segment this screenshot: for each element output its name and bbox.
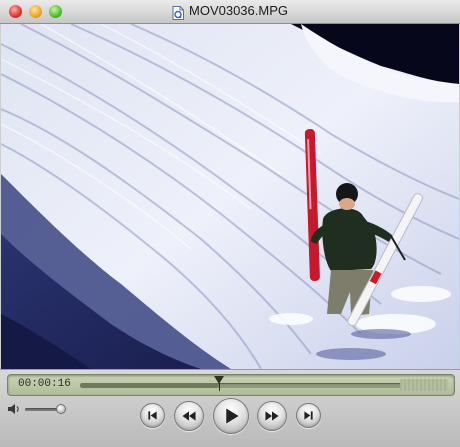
time-display-panel: 00:00:16 bbox=[7, 374, 455, 396]
video-image bbox=[1, 24, 459, 369]
current-time: 00:00:16 bbox=[18, 378, 71, 390]
window-title: MOV03036.MPG bbox=[189, 3, 288, 18]
rewind-button[interactable] bbox=[174, 401, 204, 431]
movie-controller: 00:00:16 bbox=[0, 369, 460, 447]
volume-slider-knob[interactable] bbox=[56, 404, 66, 414]
fast-forward-icon bbox=[265, 411, 279, 421]
video-frame[interactable] bbox=[1, 24, 459, 369]
scrub-bar[interactable] bbox=[80, 383, 404, 388]
skip-to-end-button[interactable] bbox=[296, 403, 321, 428]
play-icon bbox=[226, 408, 239, 424]
fast-forward-button[interactable] bbox=[257, 401, 287, 431]
speaker-icon bbox=[8, 404, 19, 414]
lcd-resize-texture bbox=[400, 379, 448, 391]
title-bar[interactable]: MOV03036.MPG bbox=[0, 0, 460, 24]
skip-to-end-icon bbox=[304, 411, 313, 420]
rewind-icon bbox=[182, 411, 196, 421]
skip-to-start-icon bbox=[148, 411, 157, 420]
quicktime-file-icon bbox=[172, 6, 184, 20]
skip-to-start-button[interactable] bbox=[140, 403, 165, 428]
volume-slider[interactable] bbox=[25, 404, 66, 414]
quicktime-player-window: MOV03036.MPG 00:00:16 bbox=[0, 0, 460, 447]
window-title-group: MOV03036.MPG bbox=[0, 3, 460, 20]
scrub-progress bbox=[80, 383, 220, 388]
playhead-stem bbox=[218, 383, 220, 391]
play-button[interactable] bbox=[213, 398, 249, 434]
